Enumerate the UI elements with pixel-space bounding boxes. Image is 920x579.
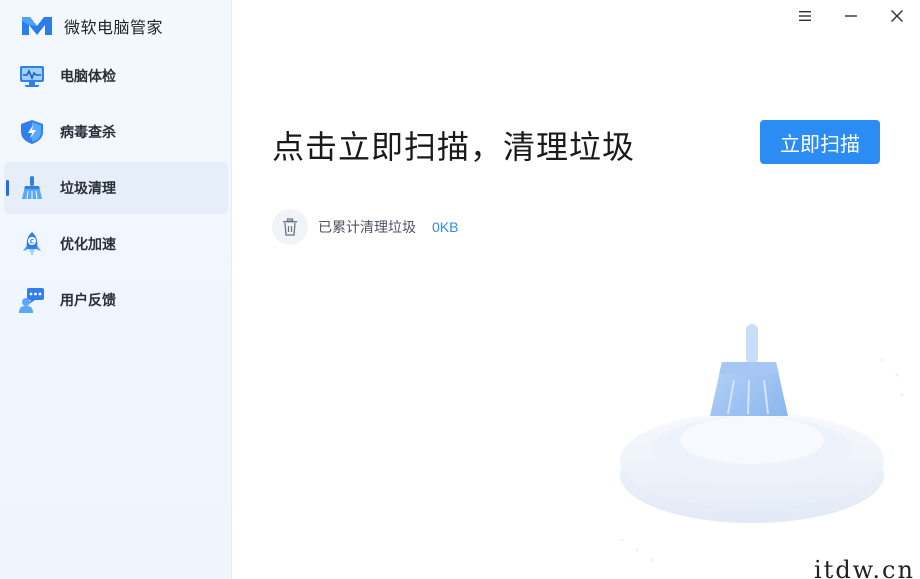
main-panel: 点击立即扫描，清理垃圾 立即扫描 已累计清理垃圾 0KB — [232, 0, 920, 579]
sidebar-item-label: 电脑体检 — [60, 68, 116, 84]
cleaned-total-value: 0KB — [432, 219, 459, 235]
svg-text:C: C — [30, 239, 35, 246]
cleaned-total-label: 已累计清理垃圾 — [318, 219, 416, 235]
menu-icon — [799, 11, 811, 21]
sidebar-item-feedback[interactable]: 用户反馈 — [4, 274, 228, 326]
monitor-checkup-icon — [18, 62, 46, 90]
broom-platform-illustration — [620, 324, 904, 562]
watermark-text: itdw.cn — [814, 556, 915, 579]
close-icon — [891, 10, 903, 22]
active-indicator — [6, 180, 9, 196]
sidebar-item-label: 垃圾清理 — [60, 180, 116, 196]
brand: 微软电脑管家 — [20, 14, 163, 38]
sidebar-nav: 电脑体检 病毒查杀 垃圾清理 C 优化加速 用户反馈 — [4, 50, 228, 330]
page-headline: 点击立即扫描，清理垃圾 — [272, 129, 636, 165]
scan-now-button[interactable]: 立即扫描 — [760, 120, 880, 164]
broom-icon — [18, 174, 46, 202]
sidebar-item-checkup[interactable]: 电脑体检 — [4, 50, 228, 102]
window-controls — [782, 0, 920, 32]
app-logo-icon — [22, 17, 52, 35]
sidebar-item-label: 病毒查杀 — [60, 124, 116, 140]
minimize-button[interactable] — [828, 0, 874, 32]
rocket-icon: C — [18, 230, 46, 258]
menu-button[interactable] — [782, 0, 828, 32]
minimize-icon — [845, 15, 857, 17]
close-button[interactable] — [874, 0, 920, 32]
sidebar: 微软电脑管家 电脑体检 病毒查杀 垃圾清理 C 优化加速 用户反馈 — [0, 0, 232, 579]
app-window: 微软电脑管家 电脑体检 病毒查杀 垃圾清理 C 优化加速 用户反馈 点击立即扫描… — [0, 0, 920, 579]
sidebar-item-optimize[interactable]: C 优化加速 — [4, 218, 228, 270]
sidebar-item-junk-clean[interactable]: 垃圾清理 — [4, 162, 228, 214]
trash-icon — [272, 209, 308, 245]
cleaned-stat: 已累计清理垃圾 0KB — [272, 209, 458, 245]
feedback-chat-icon — [18, 286, 46, 314]
sidebar-item-virus-scan[interactable]: 病毒查杀 — [4, 106, 228, 158]
shield-lightning-icon — [18, 118, 46, 146]
sidebar-item-label: 用户反馈 — [60, 292, 116, 308]
app-title: 微软电脑管家 — [64, 20, 164, 37]
sidebar-item-label: 优化加速 — [60, 236, 116, 252]
